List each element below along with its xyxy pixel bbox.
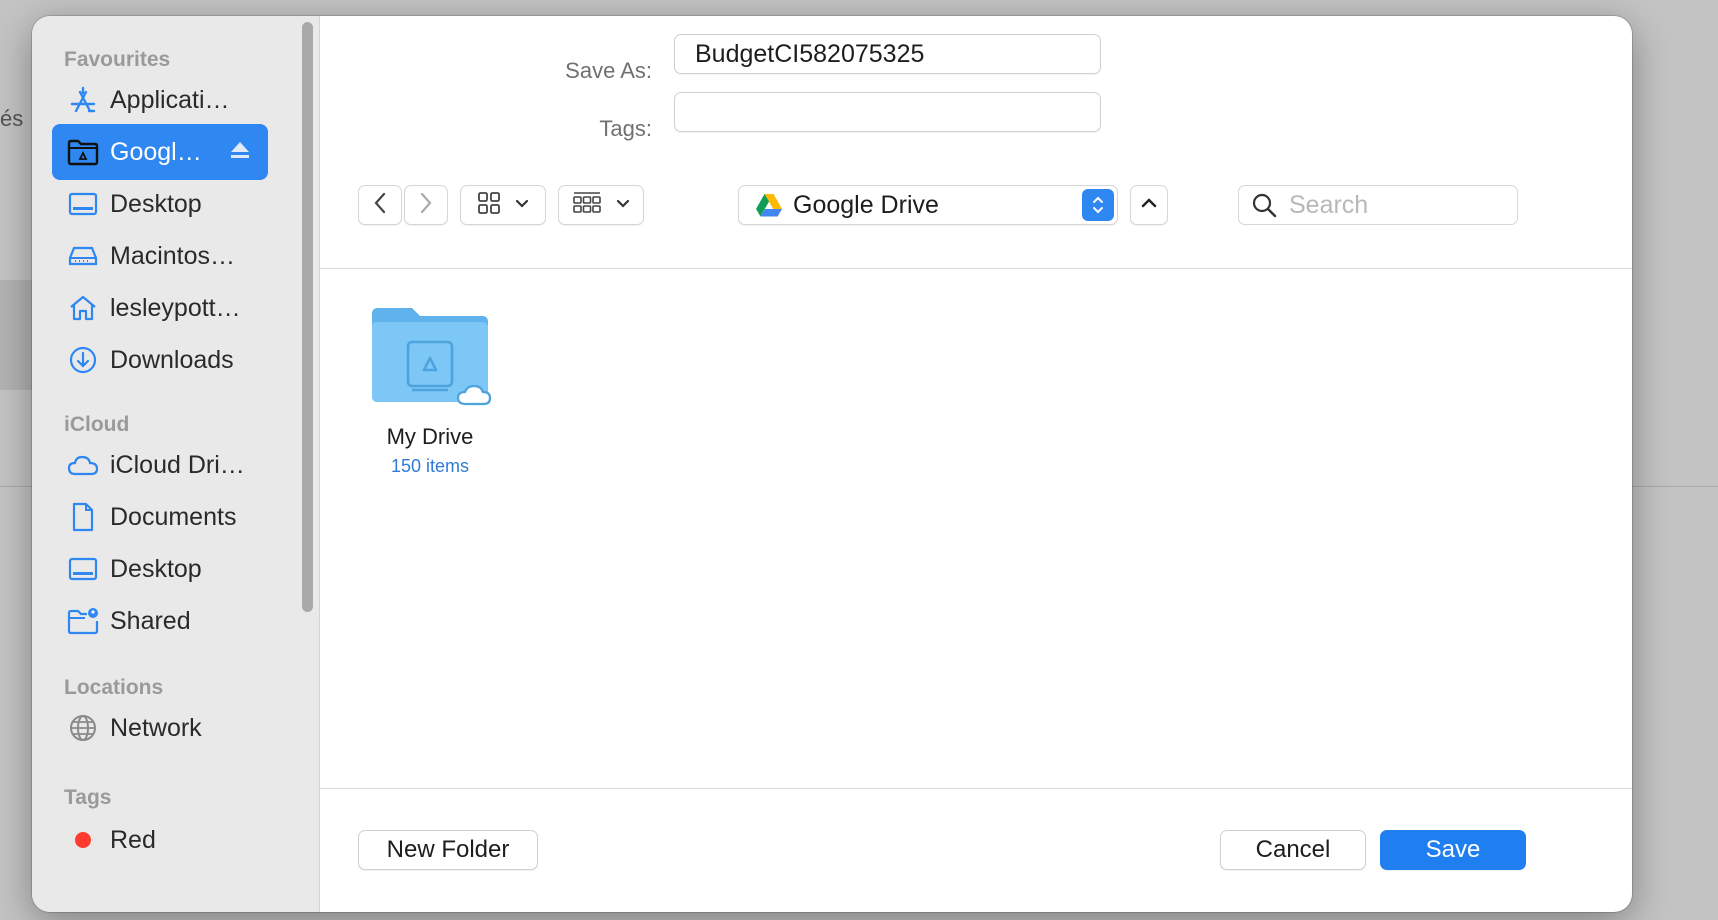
section-locations: Locations [64, 676, 164, 699]
google-drive-logo-icon [755, 193, 783, 217]
drive-folder-icon [368, 300, 492, 410]
sidebar-item-label: Desktop [110, 554, 202, 583]
chevron-down-icon [515, 196, 529, 214]
file-name: My Drive [386, 424, 474, 449]
save-as-label: Save As: [565, 58, 652, 83]
eject-icon[interactable] [230, 141, 250, 164]
search-icon [1251, 192, 1277, 218]
google-drive-folder-icon [66, 135, 100, 169]
sidebar-item-tag-red[interactable]: Red [52, 812, 268, 868]
sidebar-item-label: Shared [110, 606, 191, 635]
save-as-field[interactable]: BudgetCI582075325 [674, 34, 1101, 74]
sidebar-item-label: Applicati… [110, 85, 230, 114]
gallery-grid-icon [572, 191, 602, 220]
tag-dot-icon [66, 823, 100, 857]
sidebar-item-macintosh[interactable]: Macintos… [52, 228, 268, 284]
home-icon [66, 291, 100, 325]
sidebar-item-home[interactable]: lesleypott… [52, 280, 268, 336]
popup-stepper-icon [1082, 189, 1114, 221]
sidebar-item-applications[interactable]: Applicati… [52, 72, 268, 128]
cloud-icon [66, 448, 100, 482]
desktop-icon [66, 187, 100, 221]
background-text: és [0, 106, 24, 131]
cancel-button[interactable]: Cancel [1220, 830, 1366, 870]
grid-icon [477, 191, 501, 220]
tags-field[interactable] [674, 92, 1101, 132]
chevron-left-icon [373, 192, 387, 219]
save-dialog: Favourites Applicati… Googl… Desktop Mac… [32, 16, 1632, 912]
chevron-down-icon [616, 196, 630, 214]
sidebar-item-label: Desktop [110, 189, 202, 218]
sidebar-item-label: Network [110, 713, 202, 742]
globe-icon [66, 711, 100, 745]
chevron-right-icon [419, 192, 433, 219]
new-folder-button[interactable]: New Folder [358, 830, 538, 870]
sidebar-item-label: Documents [110, 502, 237, 531]
document-icon [66, 500, 100, 534]
file-item-count: 150 items [390, 456, 470, 476]
file-item-my-drive[interactable]: My Drive 150 items [360, 300, 500, 477]
forward-button[interactable] [404, 185, 448, 225]
chevron-up-icon [1141, 196, 1157, 214]
sidebar-item-label: Macintos… [110, 241, 236, 270]
shared-folder-icon [66, 604, 100, 638]
footer-divider [320, 788, 1632, 789]
sidebar-item-icloud-desktop[interactable]: Desktop [52, 541, 268, 597]
sidebar-item-documents[interactable]: Documents [52, 489, 268, 545]
toolbar-divider [320, 268, 1632, 269]
sidebar-item-network[interactable]: Network [52, 700, 268, 756]
section-icloud: iCloud [64, 413, 130, 436]
search-field[interactable] [1238, 185, 1518, 225]
sidebar: Favourites Applicati… Googl… Desktop Mac… [32, 16, 320, 912]
view-icons-button[interactable] [460, 185, 546, 225]
sidebar-item-downloads[interactable]: Downloads [52, 332, 268, 388]
search-input[interactable] [1287, 189, 1491, 221]
applications-icon [66, 83, 100, 117]
main-panel: Save As: BudgetCI582075325 Tags: Google … [320, 16, 1632, 912]
sidebar-item-label: lesleypott… [110, 293, 241, 322]
sidebar-scrollbar[interactable] [302, 22, 313, 612]
sidebar-item-desktop[interactable]: Desktop [52, 176, 268, 232]
sidebar-item-google-drive[interactable]: Googl… [52, 124, 268, 180]
back-button[interactable] [358, 185, 402, 225]
section-tags: Tags [64, 786, 112, 809]
downloads-icon [66, 343, 100, 377]
expand-collapse-button[interactable] [1130, 185, 1168, 225]
sidebar-item-icloud-drive[interactable]: iCloud Dri… [52, 437, 268, 493]
save-button[interactable]: Save [1380, 830, 1526, 870]
sidebar-item-label: Red [110, 825, 156, 854]
tags-label: Tags: [599, 116, 652, 141]
disk-icon [66, 239, 100, 273]
desktop-icon [66, 552, 100, 586]
sidebar-item-shared[interactable]: Shared [52, 593, 268, 649]
sidebar-item-label: Googl… [110, 137, 202, 166]
sidebar-item-label: iCloud Dri… [110, 450, 245, 479]
section-favourites: Favourites [64, 48, 171, 71]
group-view-button[interactable] [558, 185, 644, 225]
location-popup[interactable]: Google Drive [738, 185, 1118, 225]
sidebar-item-label: Downloads [110, 345, 234, 374]
location-name: Google Drive [793, 190, 939, 219]
